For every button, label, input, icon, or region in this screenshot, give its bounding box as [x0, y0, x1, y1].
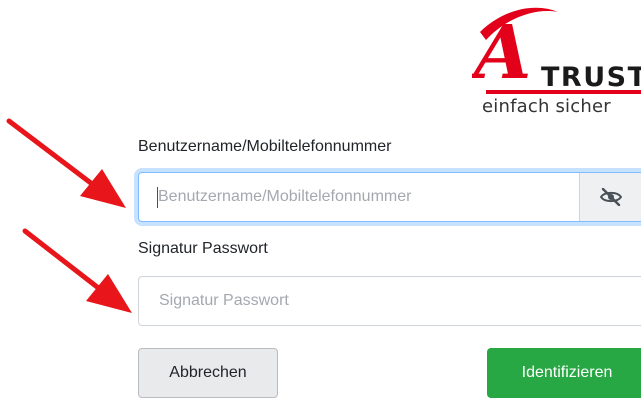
identify-button[interactable]: Identifizieren: [487, 348, 641, 398]
username-input-group: [138, 172, 641, 222]
a-trust-logo-mark: A TRUST: [472, 7, 641, 96]
cancel-button[interactable]: Abbrechen: [138, 348, 278, 398]
text-cursor: [157, 187, 158, 208]
password-label: Signatur Passwort: [138, 240, 268, 257]
login-page: A TRUST einfach sicher Benutzername/Mobi…: [0, 0, 641, 399]
password-input[interactable]: [138, 276, 641, 326]
eye-slash-icon: [600, 188, 622, 206]
toggle-visibility-button[interactable]: [579, 173, 641, 221]
username-label: Benutzername/Mobiltelefonnummer: [138, 138, 392, 155]
username-input[interactable]: [139, 173, 579, 221]
logo-tagline: einfach sicher: [482, 96, 611, 117]
red-arrow-icon: [6, 118, 126, 208]
svg-text:A: A: [472, 10, 531, 96]
svg-text:TRUST: TRUST: [541, 62, 641, 93]
a-trust-logo: A TRUST einfach sicher: [472, 6, 641, 118]
red-arrow-icon: [22, 228, 132, 313]
